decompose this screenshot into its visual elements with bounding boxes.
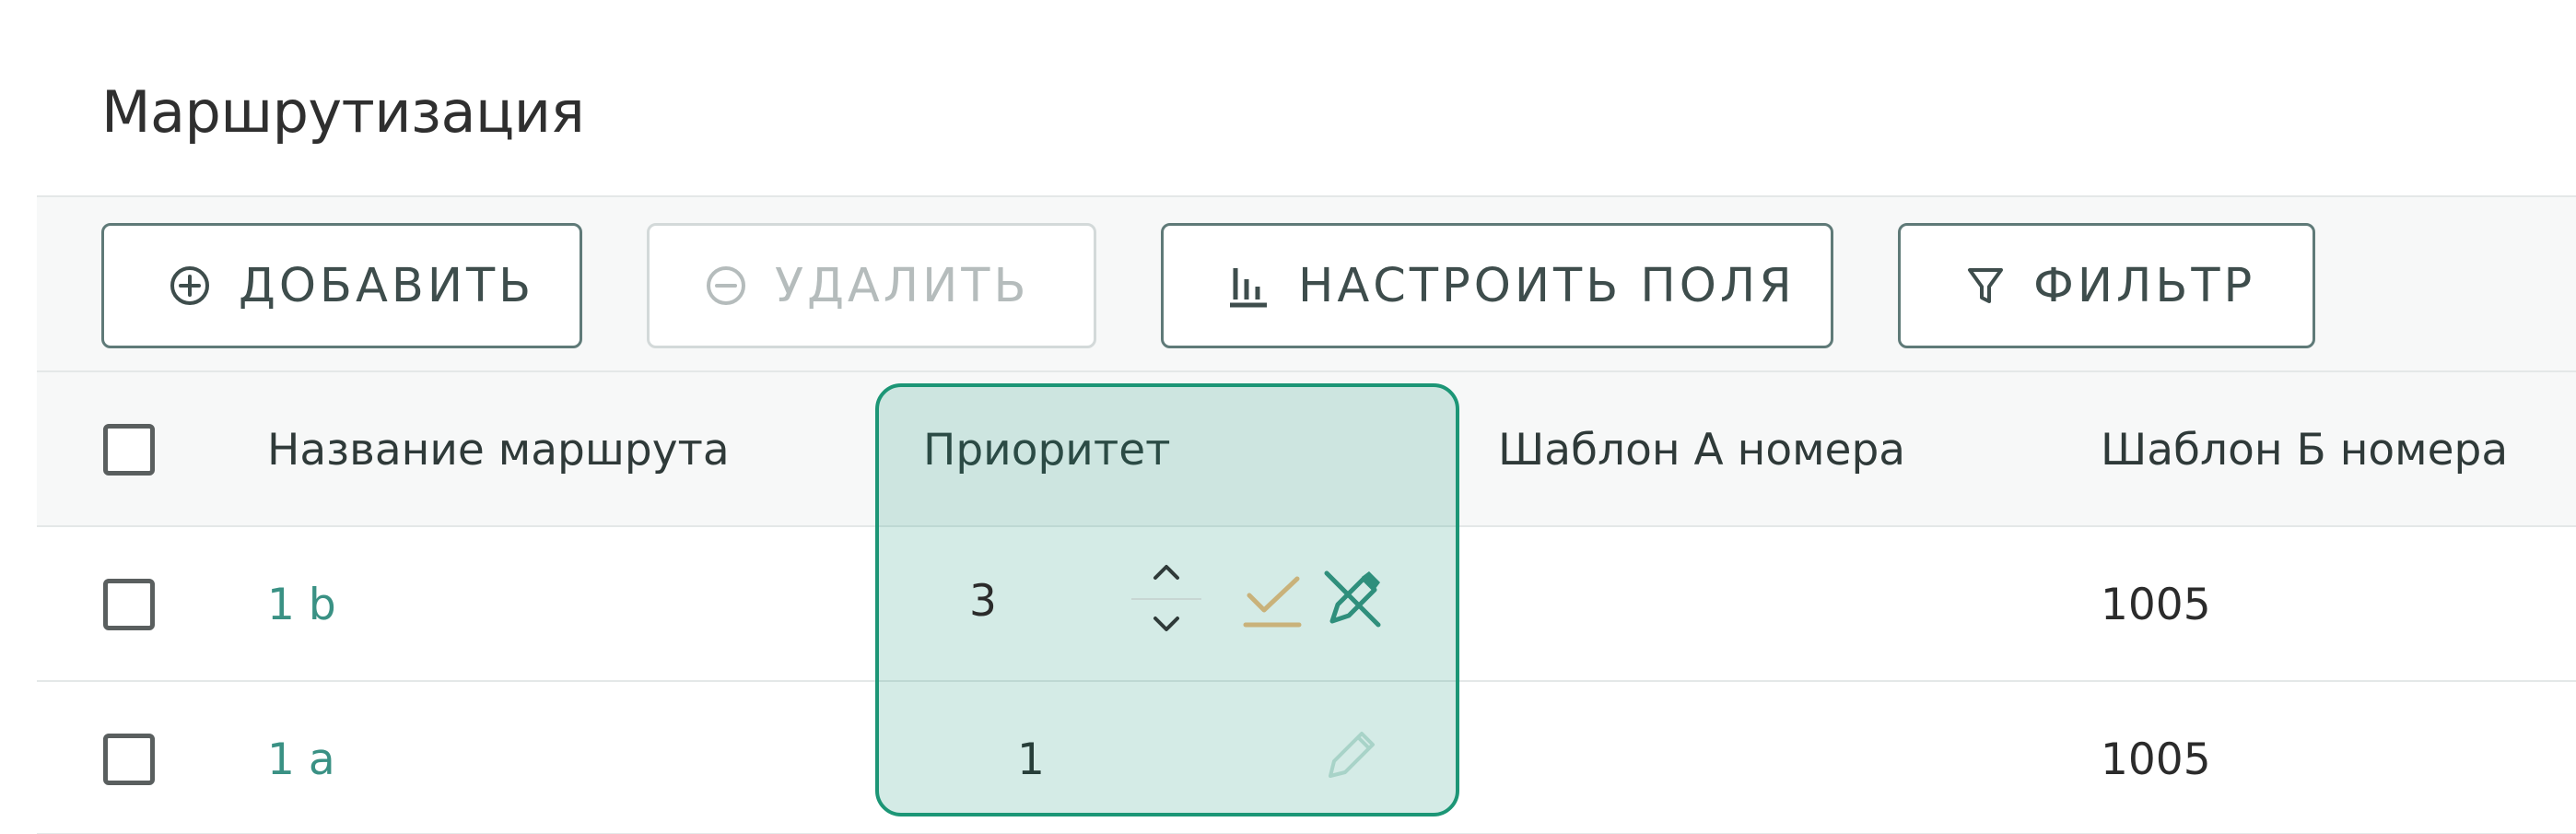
plus-circle-icon [169,264,211,307]
stepper-divider [1131,598,1201,600]
priority-inline-editor: 3 [884,527,1456,778]
row-select-cell [103,527,155,682]
increment-button[interactable] [1128,547,1205,599]
column-header-template-a[interactable]: Шаблон А номера [1498,372,1905,527]
filter-button[interactable]: Фильтр [1898,223,2315,348]
chevron-down-icon [1148,613,1185,640]
priority-input[interactable]: 3 [969,527,997,675]
template-b-cell: 1005 [2101,734,2211,785]
row-checkbox[interactable] [103,734,155,785]
toolbar: Добавить Удалить Настроить поля Фильтр [37,195,2576,370]
filter-button-label: Фильтр [2033,258,2256,313]
minus-circle-icon [705,264,747,307]
route-name-link[interactable]: 1 a [267,682,335,834]
decrement-button[interactable] [1128,601,1205,652]
delete-button[interactable]: Удалить [647,223,1096,348]
add-button-label: Добавить [239,258,535,313]
configure-columns-label: Настроить поля [1298,258,1796,313]
chevron-up-icon [1148,559,1185,587]
confirm-edit-button[interactable] [1240,564,1305,638]
select-all-checkbox[interactable] [103,424,155,476]
columns-icon [1226,263,1270,309]
template-b-cell: 1005 [2101,579,2211,630]
add-button[interactable]: Добавить [101,223,582,348]
row-select-cell [103,682,155,834]
column-header-name[interactable]: Название маршрута [267,372,730,527]
pencil-off-icon [1317,570,1388,638]
select-all-cell [103,372,155,527]
edit-row-button[interactable] [1319,722,1382,789]
check-icon [1240,576,1305,638]
column-header-template-b[interactable]: Шаблон Б номера [2101,372,2508,527]
pencil-icon [1319,732,1382,789]
priority-stepper [1128,547,1205,651]
row-checkbox[interactable] [103,579,155,630]
filter-icon [1965,264,2006,307]
cancel-edit-button[interactable] [1317,564,1388,638]
page-title: Маршрутизация [101,78,585,146]
delete-button-label: Удалить [775,258,1030,313]
configure-columns-button[interactable]: Настроить поля [1161,223,1833,348]
route-name-link[interactable]: 1 b [267,527,336,682]
